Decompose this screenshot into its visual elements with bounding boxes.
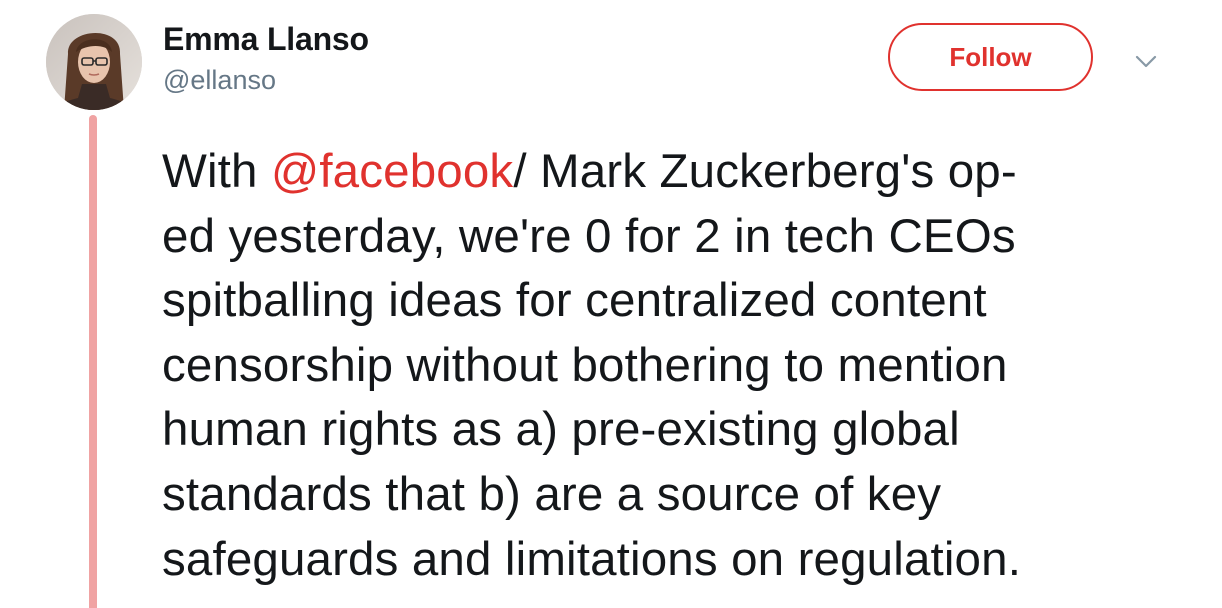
follow-button[interactable]: Follow [888,23,1093,91]
avatar-photo [46,14,142,110]
tweet-text-line: standards that b) are a source of key [162,467,942,521]
tweet-text-line: censorship without bothering to mention [162,338,1008,392]
tweet-text-line: With @facebook/ Mark Zuckerberg's op- [162,140,1212,205]
author-display-name[interactable]: Emma Llanso [163,18,369,60]
mention-link[interactable]: @facebook [271,145,513,198]
tweet-text-line: spitballing ideas for centralized conten… [162,274,987,328]
thread-line [89,115,97,608]
chevron-down-icon [1135,55,1157,68]
tweet-text-line: safeguards and limitations on regulation… [162,532,1022,586]
tweet-text-line: human rights as a) pre-existing global [162,403,960,457]
tweet-text-fragment: With [162,145,271,198]
tweet-text-fragment: / Mark Zuckerberg's op- [513,145,1017,198]
tweet-text-line: ed yesterday, we're 0 for 2 in tech CEOs [162,209,1016,263]
tweet-text: With @facebook/ Mark Zuckerberg's op- ed… [162,140,1212,592]
avatar[interactable] [46,14,142,110]
tweet: Emma Llanso @ellanso Follow With @facebo… [0,0,1222,608]
author-handle[interactable]: @ellanso [163,62,369,98]
more-options-caret[interactable] [1131,46,1161,76]
tweet-author: Emma Llanso @ellanso [163,18,369,98]
